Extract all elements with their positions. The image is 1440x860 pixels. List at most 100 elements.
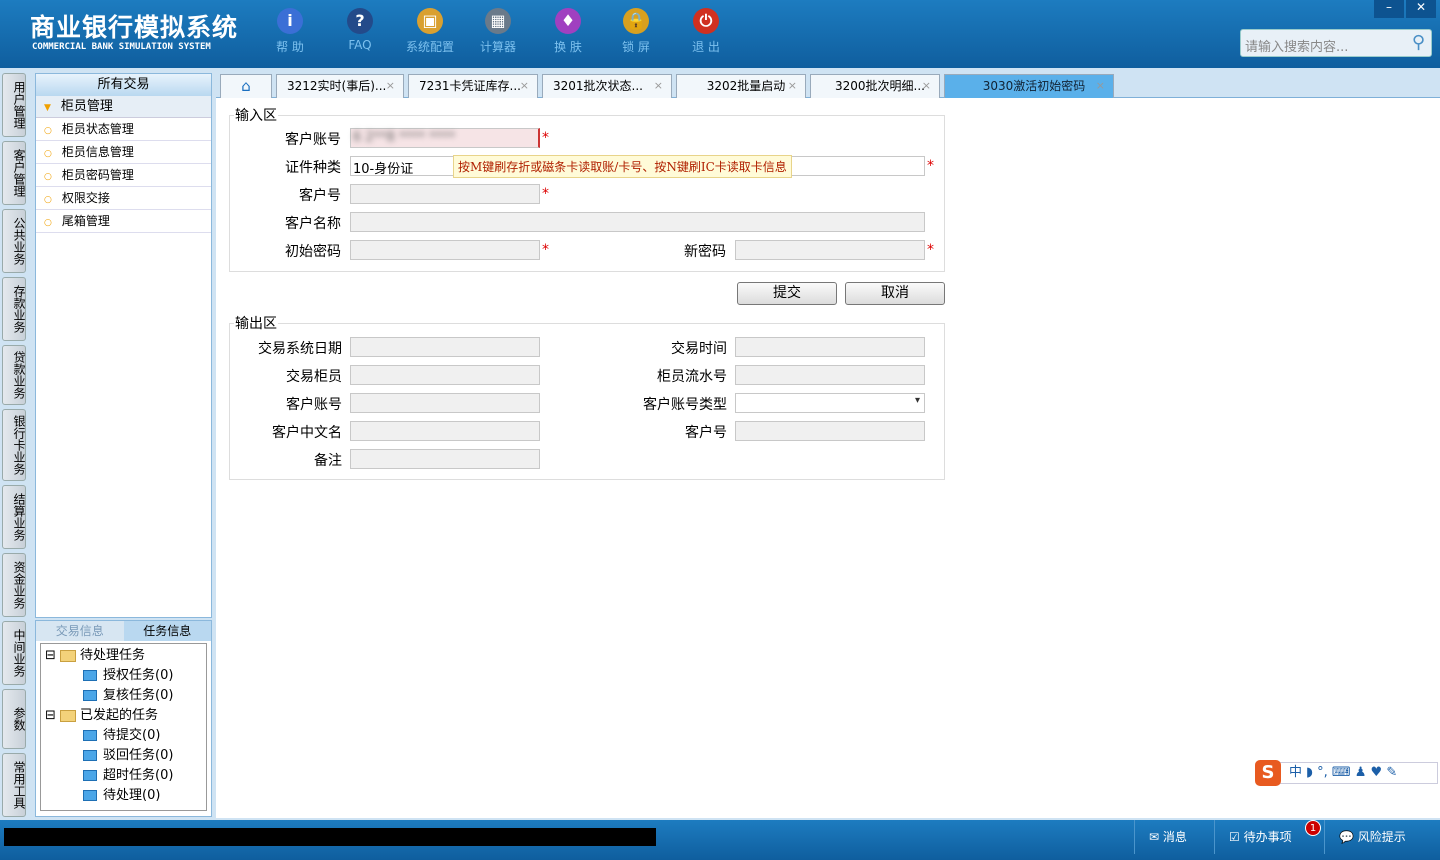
account-input[interactable]: 6 2**8 **** **** — [350, 128, 540, 148]
tree-leaf[interactable]: 待提交(0) — [45, 726, 202, 746]
vtab-5[interactable]: 银行卡业务 — [2, 409, 26, 481]
question-icon: ? — [347, 8, 373, 34]
ime-status: 中 ◗ °, ⌨ ♟ ♥ ✎ — [1289, 765, 1398, 780]
tab-label: 3212实时(事后)... — [287, 79, 387, 93]
vtab-0[interactable]: 用户管理 — [2, 73, 26, 137]
main-area: ⌂ 3212实时(事后)... × 7231卡凭证库存... × 3201批次状态...… — [216, 73, 1440, 818]
message-button[interactable]: ✉ 消息 — [1134, 820, 1214, 854]
tab-0[interactable]: 3212实时(事后)... × — [276, 74, 404, 98]
close-tab-icon[interactable]: × — [520, 75, 529, 97]
close-tab-icon[interactable]: × — [788, 75, 797, 97]
tree-leaf[interactable]: 驳回任务(0) — [45, 746, 202, 766]
custno-input[interactable] — [350, 184, 540, 204]
output-account-field[interactable] — [350, 393, 540, 413]
vtab-8[interactable]: 中间业务 — [2, 621, 26, 685]
output-serial-field[interactable] — [735, 365, 925, 385]
output-custno-label: 客户号 — [685, 425, 727, 441]
todo-button[interactable]: ☑ 待办事项 1 — [1214, 820, 1324, 854]
output-cnname-field[interactable] — [350, 421, 540, 441]
custname-input[interactable] — [350, 212, 925, 232]
output-teller-field[interactable] — [350, 365, 540, 385]
required-mark: * — [542, 130, 549, 146]
output-remark-field[interactable] — [350, 449, 540, 469]
toolbar-question-button[interactable]: ? FAQ — [330, 8, 390, 52]
toolbar-shirt-button[interactable]: ♦ 换 肤 — [538, 8, 598, 55]
submit-button[interactable]: 提交 — [737, 282, 837, 305]
toolbar-label: 计算器 — [479, 40, 516, 54]
menu-item[interactable]: ○ 尾箱管理 — [36, 210, 211, 233]
ime-toolbar[interactable]: S 中 ◗ °, ⌨ ♟ ♥ ✎ — [1255, 760, 1438, 786]
tree-leaf-label: 待处理(0) — [103, 788, 161, 803]
toolbar-label: 退 出 — [692, 40, 720, 54]
info-icon: i — [277, 8, 303, 34]
home-tab[interactable]: ⌂ — [220, 74, 272, 98]
todo-label: 待办事项 — [1243, 830, 1292, 844]
toolbar-calculator-button[interactable]: ▦ 计算器 — [468, 8, 528, 55]
vtab-1[interactable]: 客户管理 — [2, 141, 26, 205]
tab-1[interactable]: 7231卡凭证库存... × — [408, 74, 538, 98]
search-input[interactable]: 请输入搜索内容... ⚲ — [1240, 29, 1432, 57]
toolbar-lock-button[interactable]: 🔒 锁 屏 — [606, 8, 666, 55]
tab-5[interactable]: 3030激活初始密码 × — [944, 74, 1114, 98]
close-tab-icon[interactable]: × — [386, 75, 395, 97]
home-icon: ⌂ — [241, 77, 251, 95]
tab-task-info[interactable]: 任务信息 — [123, 621, 211, 641]
close-tab-icon[interactable]: × — [922, 75, 931, 97]
close-window-button[interactable]: ✕ — [1406, 0, 1436, 18]
vtab-10[interactable]: 常用工具 — [2, 753, 26, 817]
tree-leaf[interactable]: 复核任务(0) — [45, 686, 202, 706]
vtab-6[interactable]: 结算业务 — [2, 485, 26, 549]
folder-icon — [60, 709, 77, 722]
output-date-field[interactable] — [350, 337, 540, 357]
tab-transaction-info[interactable]: 交易信息 — [36, 621, 124, 641]
menu-item[interactable]: ○ 柜员信息管理 — [36, 141, 211, 164]
shirt-icon: ♦ — [555, 8, 581, 34]
tree-leaf[interactable]: 超时任务(0) — [45, 766, 202, 786]
app-title: 商业银行模拟系统 — [30, 13, 239, 42]
bullet-icon: ○ — [44, 218, 52, 228]
tab-4[interactable]: 3200批次明细... × — [810, 74, 940, 98]
menu-item[interactable]: ○ 权限交接 — [36, 187, 211, 210]
vtab-9[interactable]: 参数 — [2, 689, 26, 749]
vtab-7[interactable]: 资金业务 — [2, 553, 26, 617]
tab-2[interactable]: 3201批次状态... × — [542, 74, 672, 98]
tree-leaf[interactable]: 待处理(0) — [45, 786, 202, 806]
search-icon[interactable]: ⚲ — [1412, 32, 1425, 53]
vtab-3[interactable]: 存款业务 — [2, 277, 26, 341]
newpwd-input[interactable] — [735, 240, 925, 260]
menu-item-label: 柜员状态管理 — [61, 122, 134, 136]
menu-item-label: 柜员信息管理 — [61, 145, 134, 159]
idtype-label: 证件种类 — [285, 160, 341, 176]
bullet-icon: ○ — [44, 195, 52, 205]
message-label: 消息 — [1162, 830, 1187, 844]
minimize-button[interactable]: – — [1374, 0, 1404, 18]
required-mark: * — [927, 158, 934, 174]
close-tab-icon[interactable]: × — [1096, 75, 1105, 97]
output-custno-field[interactable] — [735, 421, 925, 441]
toolbar-info-button[interactable]: i 帮 助 — [260, 8, 320, 55]
tab-3[interactable]: 3202批量启动 × — [676, 74, 806, 98]
cancel-button[interactable]: 取消 — [845, 282, 945, 305]
initpwd-input[interactable] — [350, 240, 540, 260]
panel-header: 所有交易 — [36, 74, 211, 96]
toolbar-toolbox-button[interactable]: ▣ 系统配置 — [400, 8, 460, 55]
risk-button[interactable]: 💬 风险提示 — [1324, 820, 1440, 854]
tab-bar: ⌂ 3212实时(事后)... × 7231卡凭证库存... × 3201批次状态...… — [216, 73, 1440, 98]
tree-node[interactable]: ⊟ 待处理任务 — [45, 646, 202, 666]
vtab-2[interactable]: 公共业务 — [2, 209, 26, 273]
menu-item[interactable]: ○ 柜员状态管理 — [36, 118, 211, 141]
output-acctype-field[interactable]: ▾ — [735, 393, 925, 413]
tree-leaf[interactable]: 授权任务(0) — [45, 666, 202, 686]
toolbar-label: 帮 助 — [276, 40, 304, 54]
required-mark: * — [542, 242, 549, 258]
output-time-field[interactable] — [735, 337, 925, 357]
checkbox-icon: ☑ — [1229, 830, 1244, 844]
menu-item[interactable]: ○ 柜员密码管理 — [36, 164, 211, 187]
header: 商业银行模拟系统 COMMERCIAL BANK SIMULATION SYST… — [0, 0, 1440, 68]
toolbar-power-button[interactable]: ⏻ 退 出 — [676, 8, 736, 55]
required-mark: * — [542, 186, 549, 202]
vtab-4[interactable]: 贷款业务 — [2, 345, 26, 405]
close-tab-icon[interactable]: × — [654, 75, 663, 97]
tree-node[interactable]: ⊟ 已发起的任务 — [45, 706, 202, 726]
group-teller-management[interactable]: ▼ 柜员管理 — [36, 96, 211, 118]
